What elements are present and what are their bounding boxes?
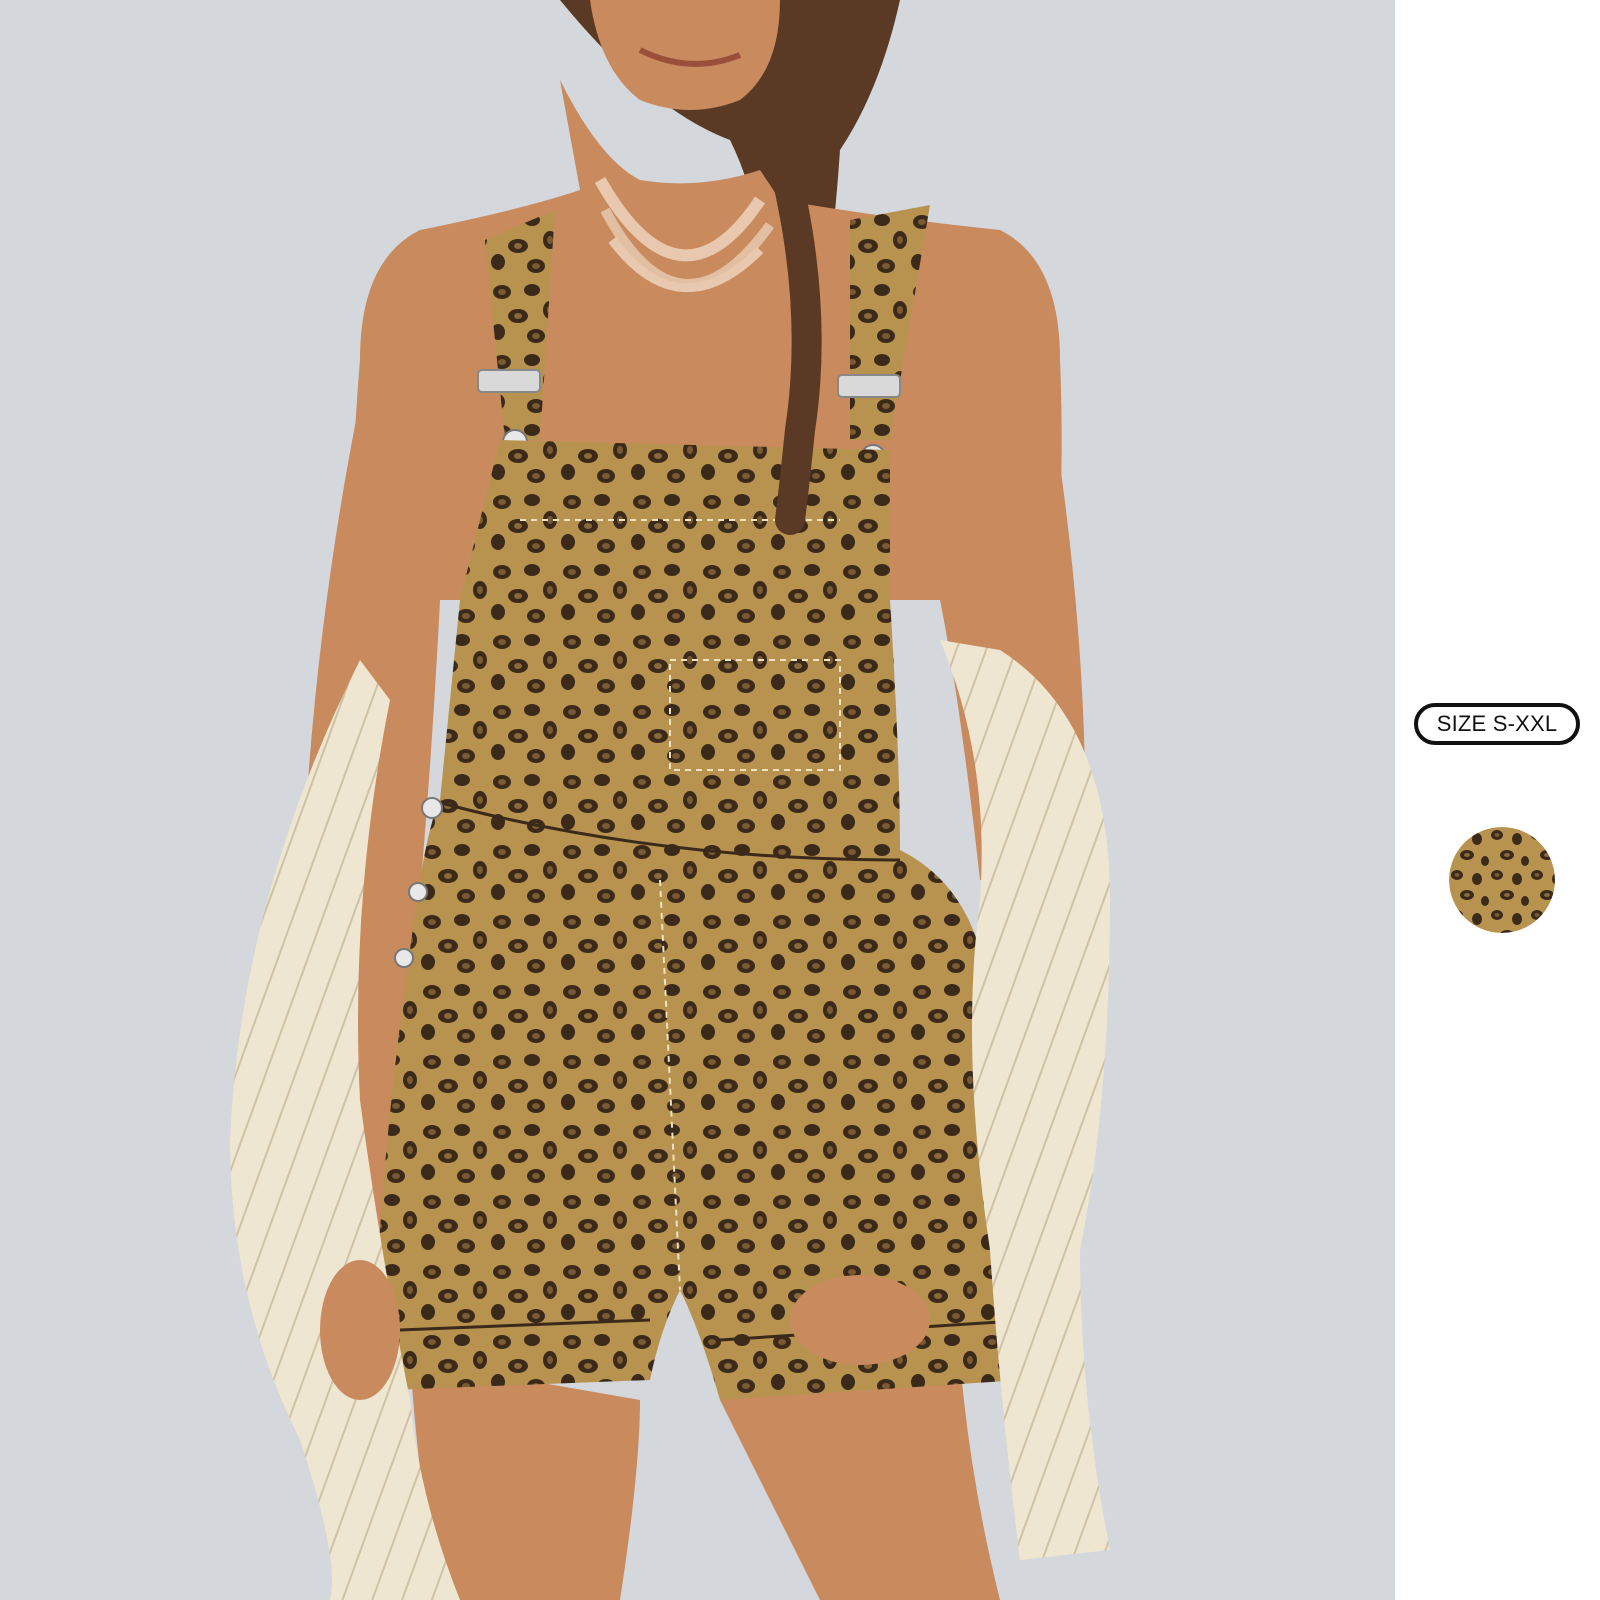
- side-info-panel: SIZE S-XXL: [1395, 0, 1600, 1600]
- size-range-badge: SIZE S-XXL: [1414, 703, 1580, 745]
- product-image-canvas: SIZE S-XXL: [0, 0, 1600, 1600]
- model-photo: [0, 0, 1395, 1600]
- model-photo-illustration: [0, 0, 1395, 1600]
- leopard-swatch-icon: [1449, 827, 1555, 933]
- color-swatch-leopard[interactable]: [1449, 827, 1555, 933]
